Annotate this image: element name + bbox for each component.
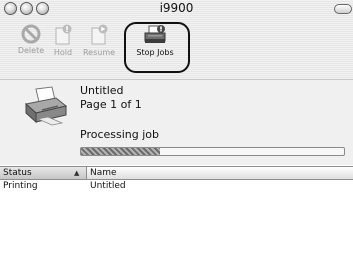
window-chrome: i9900 Delete Hold Resume Stop Jobs [0, 0, 353, 80]
queue-table-header: Status ▲ Name [0, 166, 353, 180]
toolbar-toggle-button[interactable] [334, 4, 352, 14]
row-status: Printing [3, 181, 38, 191]
job-progress-fill [81, 148, 160, 155]
hold-icon [55, 24, 72, 45]
status-column-label: Status [3, 168, 32, 178]
hold-button[interactable]: Hold [50, 24, 76, 57]
table-row[interactable]: Printing Untitled [0, 180, 353, 192]
delete-label: Delete [17, 46, 45, 55]
job-status-text: Processing job [80, 128, 160, 141]
resume-button[interactable]: Resume [80, 24, 118, 57]
print-queue-window: i9900 Delete Hold Resume Stop Jobs Untit… [0, 0, 353, 257]
name-column-label: Name [90, 168, 117, 178]
window-title: i9900 [159, 1, 194, 15]
job-name: Untitled [80, 84, 124, 97]
row-name: Untitled [90, 181, 126, 191]
job-progress-bar [80, 147, 345, 156]
delete-button[interactable]: Delete [14, 24, 48, 55]
job-page-status: Page 1 of 1 [80, 98, 142, 111]
stop-jobs-highlight-ring [124, 22, 190, 73]
delete-icon [21, 24, 41, 44]
current-job-panel: Untitled Page 1 of 1 Processing job [0, 80, 353, 165]
name-column-header[interactable]: Name [87, 167, 353, 179]
sort-ascending-icon: ▲ [74, 169, 80, 177]
status-column-header[interactable]: Status ▲ [0, 167, 87, 179]
hold-label: Hold [53, 48, 73, 57]
resume-icon [91, 24, 108, 45]
resume-label: Resume [82, 48, 116, 57]
printer-icon [24, 86, 68, 126]
